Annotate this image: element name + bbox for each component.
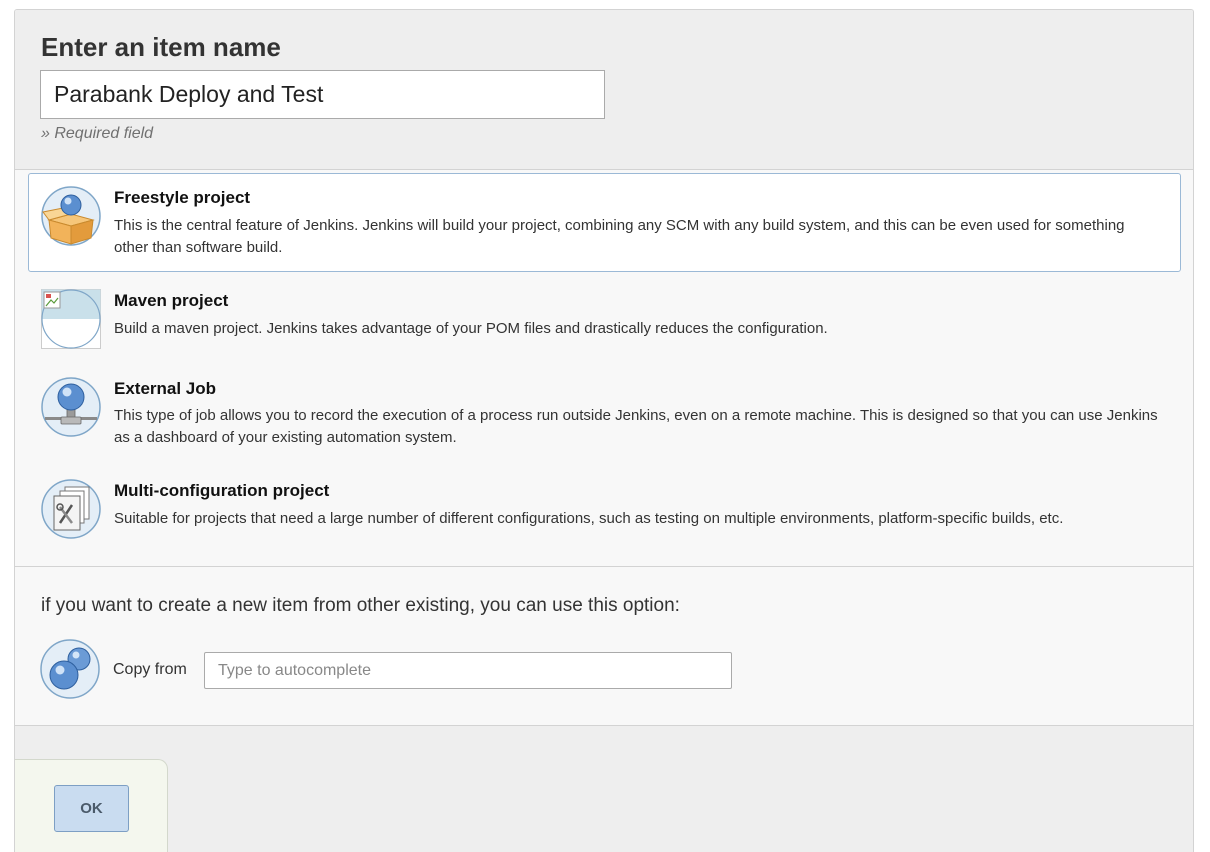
section-divider [15, 566, 1193, 567]
new-item-form: Enter an item name » Required field Free… [14, 9, 1194, 852]
item-type-description: Build a maven project. Jenkins takes adv… [114, 320, 828, 337]
ok-button-panel: OK [15, 759, 168, 852]
item-name-section: Enter an item name » Required field [15, 10, 1193, 170]
copy-spheres-icon [40, 639, 100, 699]
item-type-freestyle[interactable]: Freestyle project This is the central fe… [28, 173, 1181, 272]
broken-image-icon [41, 289, 101, 349]
copy-from-input[interactable] [204, 652, 732, 689]
item-type-title: External Job [114, 379, 217, 398]
copy-from-label: Copy from [113, 661, 187, 678]
multi-config-documents-icon [41, 479, 101, 539]
item-type-external-job[interactable]: External Job This type of job allows you… [28, 368, 1181, 463]
item-type-multi-configuration[interactable]: Multi-configuration project Suitable for… [28, 470, 1181, 550]
item-name-input[interactable] [40, 70, 605, 119]
freestyle-box-icon [41, 186, 101, 246]
ok-button[interactable]: OK [54, 785, 129, 832]
item-type-description: This is the central feature of Jenkins. … [114, 217, 1125, 256]
globe-network-icon [41, 377, 101, 437]
required-field-note: » Required field [41, 125, 154, 142]
page-title: Enter an item name [41, 32, 281, 62]
item-type-maven[interactable]: Maven project Build a maven project. Jen… [28, 280, 1181, 360]
item-type-description: Suitable for projects that need a large … [114, 510, 1064, 527]
item-type-description: This type of job allows you to record th… [114, 407, 1158, 446]
item-type-title: Multi-configuration project [114, 481, 330, 500]
item-type-title: Maven project [114, 291, 229, 310]
copy-from-hint: if you want to create a new item from ot… [41, 595, 680, 616]
item-type-title: Freestyle project [114, 188, 251, 207]
form-footer: OK [15, 725, 1193, 852]
